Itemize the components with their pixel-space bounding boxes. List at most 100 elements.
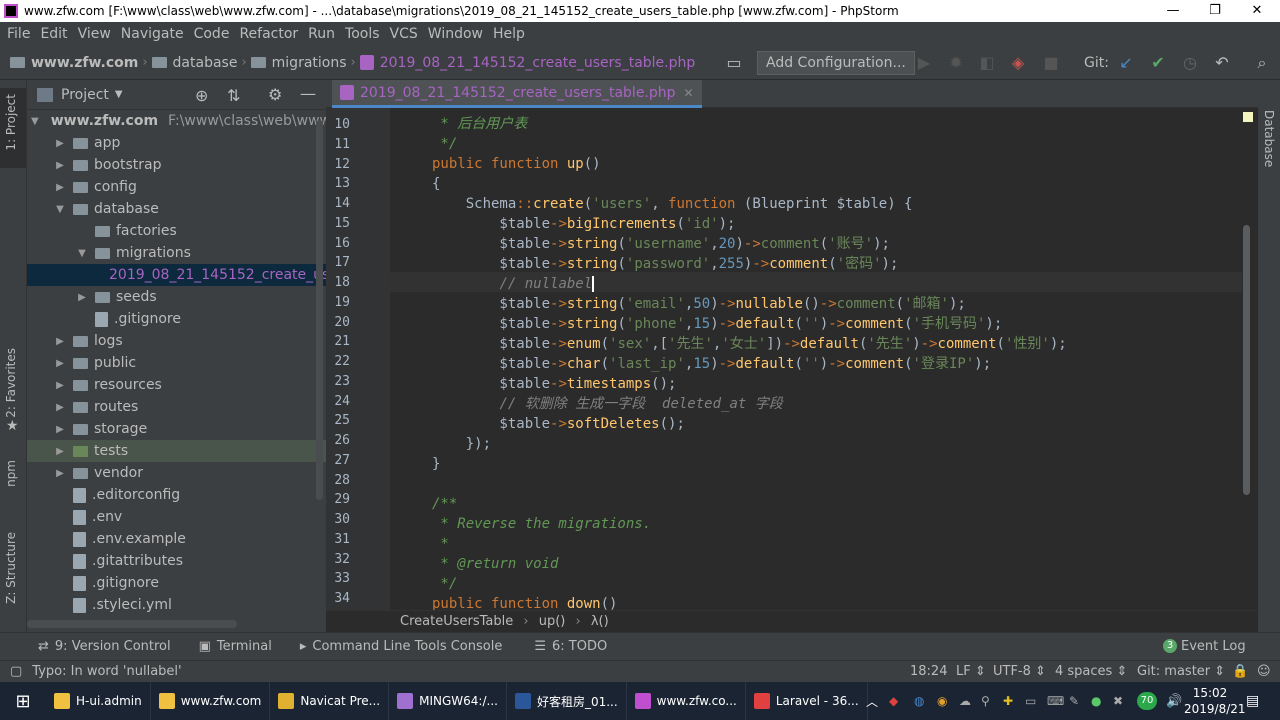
tree-item-gitattributes[interactable]: .gitattributes bbox=[27, 550, 326, 572]
tree-item-2019-08-21-145152-create-us[interactable]: 2019_08_21_145152_create_us bbox=[27, 264, 326, 286]
structure-tool-tab[interactable]: Z: Structure bbox=[4, 532, 18, 604]
close-tab-icon[interactable]: ✕ bbox=[684, 86, 694, 100]
event-log-tab[interactable]: Event Log bbox=[1181, 639, 1246, 654]
chevron-right-icon[interactable]: ▶ bbox=[53, 380, 67, 391]
chevron-right-icon[interactable]: ▶ bbox=[53, 446, 67, 457]
action-center-icon[interactable]: ▤ bbox=[1246, 693, 1259, 709]
menu-refactor[interactable]: Refactor bbox=[234, 26, 303, 42]
vertical-scrollbar[interactable] bbox=[316, 120, 323, 500]
tree-item-editorconfig[interactable]: .editorconfig bbox=[27, 484, 326, 506]
tray-plus-icon[interactable]: ✚ bbox=[1003, 694, 1013, 708]
npm-tool-tab[interactable]: npm bbox=[4, 460, 18, 487]
tree-item-env-example[interactable]: .env.example bbox=[27, 528, 326, 550]
breadcrumb-method[interactable]: up() bbox=[539, 614, 566, 629]
search-icon[interactable]: ⌕ bbox=[1252, 53, 1272, 73]
command-line-console-tab[interactable]: Command Line Tools Console bbox=[312, 639, 502, 654]
tray-expand-icon[interactable]: ︿ bbox=[866, 693, 878, 710]
chevron-right-icon[interactable]: ▶ bbox=[53, 182, 67, 193]
tree-item-app[interactable]: ▶ app bbox=[27, 132, 326, 154]
breadcrumb-class[interactable]: CreateUsersTable bbox=[400, 614, 513, 629]
indent-setting[interactable]: 4 spaces ⇕ bbox=[1055, 664, 1127, 679]
inspection-status-icon[interactable] bbox=[1243, 112, 1253, 122]
editor-tab-active[interactable]: 2019_08_21_145152_create_users_table.php… bbox=[332, 80, 702, 108]
breadcrumb-closure[interactable]: λ() bbox=[591, 614, 609, 629]
chevron-right-icon[interactable]: ▶ bbox=[53, 358, 67, 369]
tree-item-styleci-yml[interactable]: .styleci.yml bbox=[27, 594, 326, 616]
version-control-tab[interactable]: 9: Version Control bbox=[55, 639, 171, 654]
tray-app-icon[interactable]: ◆ bbox=[889, 694, 898, 708]
todo-tab[interactable]: 6: TODO bbox=[552, 639, 607, 654]
add-configuration-button[interactable]: Add Configuration... bbox=[757, 51, 915, 75]
chevron-right-icon[interactable]: ▶ bbox=[53, 138, 67, 149]
clock[interactable]: 15:02 2019/8/21 bbox=[1184, 685, 1246, 717]
menu-file[interactable]: File bbox=[2, 26, 35, 42]
line-separator[interactable]: LF ⇕ bbox=[956, 664, 986, 679]
project-tool-tab[interactable]: 1: Project bbox=[4, 94, 18, 151]
tree-item-database[interactable]: ▼ database bbox=[27, 198, 326, 220]
breadcrumb-file[interactable]: 2019_08_21_145152_create_users_table.php bbox=[359, 55, 695, 71]
tree-item-env[interactable]: .env bbox=[27, 506, 326, 528]
breadcrumb-database[interactable]: database bbox=[151, 55, 237, 71]
tray-pen-icon[interactable]: ✎ bbox=[1069, 694, 1079, 708]
locate-icon[interactable]: ⊕ bbox=[195, 86, 208, 105]
git-rollback-icon[interactable]: ↶ bbox=[1212, 53, 1232, 73]
lock-icon[interactable]: 🔒 bbox=[1232, 664, 1248, 679]
menu-code[interactable]: Code bbox=[189, 26, 235, 42]
run-icon[interactable]: ▶ bbox=[914, 53, 934, 73]
tree-item-tests[interactable]: ▶ tests bbox=[27, 440, 326, 462]
collapse-icon[interactable]: ⇅ bbox=[227, 86, 240, 105]
tray-usb-icon[interactable]: ⚲ bbox=[981, 694, 990, 708]
git-history-icon[interactable]: ◷ bbox=[1180, 53, 1200, 73]
git-branch[interactable]: Git: master ⇕ bbox=[1137, 664, 1225, 679]
chevron-right-icon[interactable]: ▶ bbox=[53, 468, 67, 479]
menu-help[interactable]: Help bbox=[488, 26, 530, 42]
profile-icon[interactable]: ◈ bbox=[1008, 53, 1028, 73]
breadcrumb-root[interactable]: www.zfw.com bbox=[10, 55, 138, 71]
gear-icon[interactable]: ⚙ bbox=[268, 85, 282, 104]
tree-item-storage[interactable]: ▶ storage bbox=[27, 418, 326, 440]
tree-item-gitignore[interactable]: .gitignore bbox=[27, 308, 326, 330]
menu-window[interactable]: Window bbox=[423, 26, 488, 42]
stop-icon[interactable]: ■ bbox=[1041, 53, 1061, 73]
run-window-icon[interactable]: ▭ bbox=[724, 53, 744, 73]
tray-monitor-icon[interactable]: ▭ bbox=[1025, 694, 1036, 708]
chevron-down-icon[interactable]: ▼ bbox=[115, 89, 123, 100]
menu-vcs[interactable]: VCS bbox=[385, 26, 423, 42]
chevron-right-icon[interactable]: ▶ bbox=[53, 402, 67, 413]
chevron-down-icon[interactable]: ▼ bbox=[75, 248, 89, 259]
taskbar-item[interactable]: Laravel - 36... bbox=[746, 682, 868, 720]
taskbar-item[interactable]: H-ui.admin bbox=[46, 682, 151, 720]
menu-tools[interactable]: Tools bbox=[340, 26, 385, 42]
taskbar-item[interactable]: 好客租房_01... bbox=[507, 682, 627, 720]
tree-root[interactable]: ▼ www.zfw.com F:\www\class\web\www. bbox=[27, 110, 326, 132]
chevron-right-icon[interactable]: ▶ bbox=[53, 160, 67, 171]
tree-item-migrations[interactable]: ▼ migrations bbox=[27, 242, 326, 264]
tray-wechat-icon[interactable]: ● bbox=[1091, 694, 1101, 708]
chevron-right-icon[interactable]: ▶ bbox=[53, 336, 67, 347]
editor-scrollbar[interactable] bbox=[1243, 225, 1250, 495]
volume-icon[interactable]: 🔊 bbox=[1166, 694, 1182, 709]
menu-run[interactable]: Run bbox=[303, 26, 340, 42]
tree-item-public[interactable]: ▶ public bbox=[27, 352, 326, 374]
maximize-button[interactable]: ❐ bbox=[1192, 0, 1238, 22]
breadcrumb-migrations[interactable]: migrations bbox=[250, 55, 347, 71]
hide-icon[interactable]: — bbox=[300, 84, 316, 103]
taskbar-item[interactable]: Navicat Pre... bbox=[270, 682, 390, 720]
tree-item-vendor[interactable]: ▶ vendor bbox=[27, 462, 326, 484]
taskbar-item[interactable]: MINGW64:/... bbox=[389, 682, 507, 720]
coverage-icon[interactable]: ◧ bbox=[977, 53, 997, 73]
menu-edit[interactable]: Edit bbox=[35, 26, 72, 42]
tree-item-bootstrap[interactable]: ▶ bootstrap bbox=[27, 154, 326, 176]
chevron-right-icon[interactable]: ▶ bbox=[53, 424, 67, 435]
caret-position[interactable]: 18:24 bbox=[910, 664, 947, 679]
project-title[interactable]: Project bbox=[61, 87, 109, 103]
taskbar-item[interactable]: www.zfw.co... bbox=[627, 682, 746, 720]
minimize-button[interactable]: — bbox=[1150, 0, 1196, 22]
tray-person-icon[interactable]: ◉ bbox=[937, 694, 947, 708]
tray-badge[interactable]: 70 bbox=[1137, 692, 1157, 710]
tree-item-logs[interactable]: ▶ logs bbox=[27, 330, 326, 352]
debug-icon[interactable]: ✹ bbox=[946, 53, 966, 73]
tree-item-config[interactable]: ▶ config bbox=[27, 176, 326, 198]
tree-item-resources[interactable]: ▶ resources bbox=[27, 374, 326, 396]
tree-item-seeds[interactable]: ▶ seeds bbox=[27, 286, 326, 308]
